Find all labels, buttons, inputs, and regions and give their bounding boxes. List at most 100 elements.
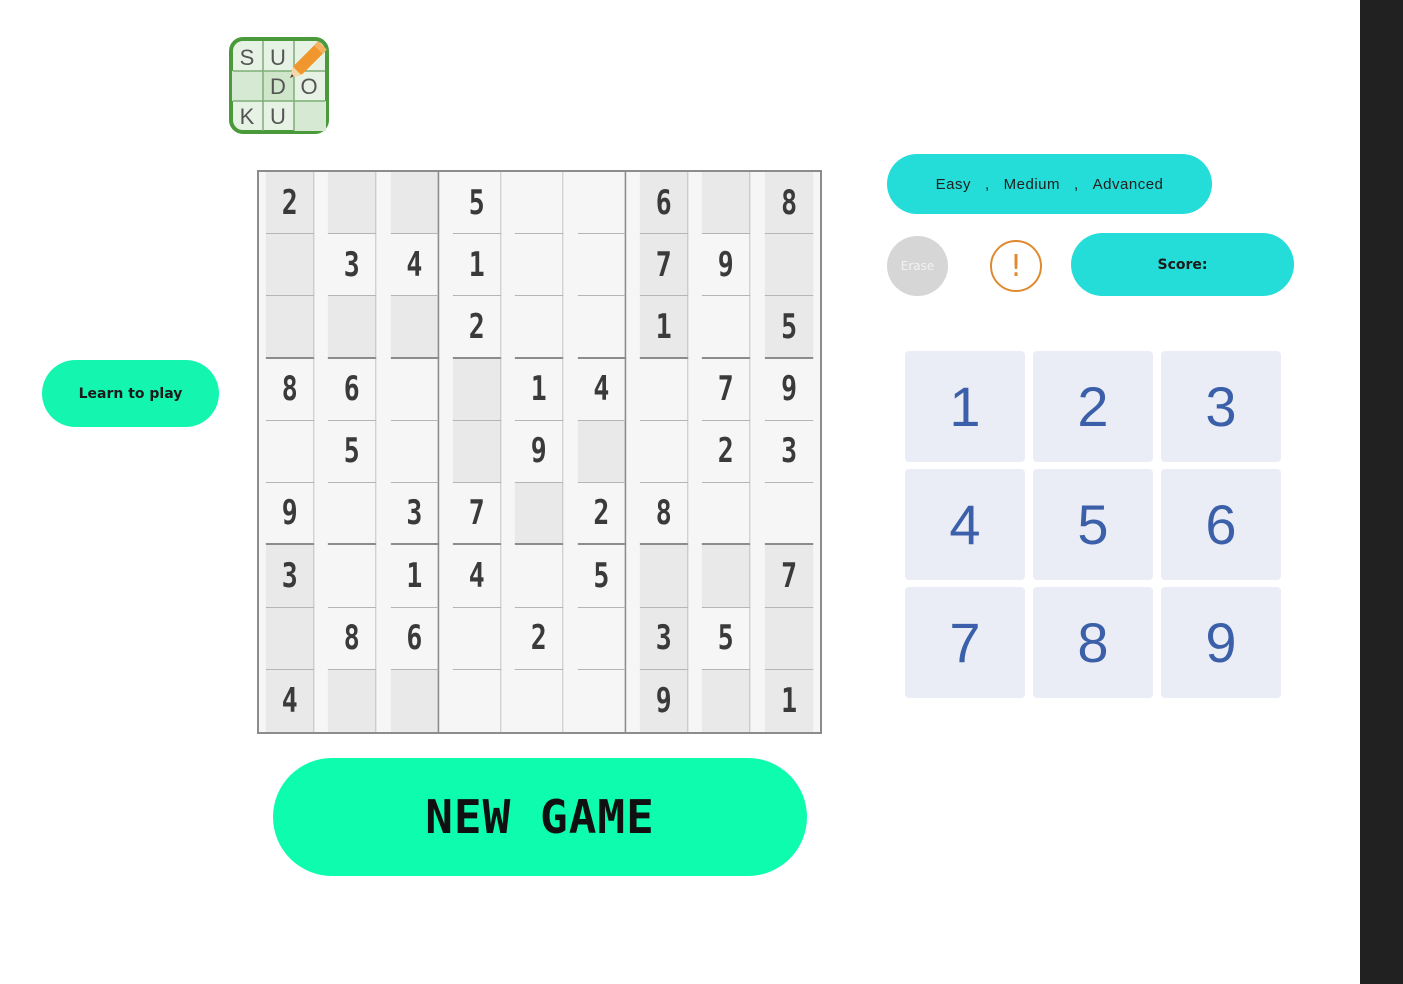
number-key-4[interactable]: 4 bbox=[905, 469, 1025, 580]
hint-button[interactable]: ! bbox=[990, 240, 1042, 292]
board-cell[interactable] bbox=[452, 420, 502, 484]
board-cell[interactable] bbox=[577, 607, 627, 670]
logo-letter: K bbox=[240, 104, 255, 129]
board-cell[interactable] bbox=[639, 358, 689, 421]
board-cell[interactable]: 4 bbox=[452, 545, 502, 608]
board-cell[interactable] bbox=[390, 420, 440, 484]
number-key-7[interactable]: 7 bbox=[905, 587, 1025, 698]
board-cell[interactable]: 1 bbox=[639, 296, 689, 359]
board-cell[interactable]: 9 bbox=[515, 420, 564, 484]
board-cell[interactable] bbox=[328, 669, 377, 732]
board-cell[interactable] bbox=[328, 545, 377, 608]
board-cell[interactable] bbox=[265, 420, 315, 484]
number-key-2[interactable]: 2 bbox=[1033, 351, 1153, 462]
board-cell[interactable] bbox=[577, 420, 627, 484]
board-cell[interactable] bbox=[452, 358, 502, 421]
board-cell[interactable] bbox=[577, 296, 627, 359]
window-edge-bar bbox=[1360, 0, 1403, 984]
erase-button[interactable]: Erase bbox=[887, 236, 948, 296]
board-cell[interactable]: 1 bbox=[390, 545, 440, 608]
board-cell[interactable] bbox=[764, 234, 814, 297]
learn-to-play-button[interactable]: Learn to play bbox=[42, 360, 219, 427]
board-cell[interactable]: 4 bbox=[265, 669, 315, 732]
board-cell[interactable]: 7 bbox=[764, 545, 814, 608]
board-cell[interactable] bbox=[702, 296, 751, 359]
board-cell[interactable]: 3 bbox=[265, 545, 315, 608]
board-cell[interactable]: 9 bbox=[702, 234, 751, 297]
board-cell[interactable] bbox=[390, 358, 440, 421]
board-cell[interactable] bbox=[265, 607, 315, 670]
board-cell[interactable]: 6 bbox=[390, 607, 440, 670]
board-cell[interactable]: 5 bbox=[702, 607, 751, 670]
board-cell[interactable]: 7 bbox=[702, 358, 751, 421]
board-cell[interactable]: 5 bbox=[452, 172, 502, 235]
board-cell[interactable] bbox=[390, 669, 440, 732]
number-key-1[interactable]: 1 bbox=[905, 351, 1025, 462]
board-cell[interactable] bbox=[453, 669, 502, 732]
board-cell[interactable]: 2 bbox=[265, 172, 315, 235]
board-cell[interactable] bbox=[265, 296, 315, 359]
board-cell[interactable] bbox=[265, 234, 315, 297]
board-cell[interactable] bbox=[328, 296, 377, 359]
board-cell[interactable]: 9 bbox=[639, 669, 689, 732]
number-key-5[interactable]: 5 bbox=[1033, 469, 1153, 580]
board-cell[interactable]: 5 bbox=[577, 545, 627, 608]
board-cell[interactable]: 1 bbox=[515, 358, 564, 421]
difficulty-medium[interactable]: Medium bbox=[1004, 176, 1060, 193]
board-cell[interactable] bbox=[328, 172, 377, 235]
difficulty-easy[interactable]: Easy bbox=[936, 176, 971, 193]
board-cell[interactable] bbox=[515, 296, 564, 359]
board-cell[interactable]: 8 bbox=[764, 172, 814, 235]
board-cell[interactable] bbox=[515, 669, 564, 732]
number-key-8[interactable]: 8 bbox=[1033, 587, 1153, 698]
board-cell[interactable] bbox=[515, 483, 564, 546]
board-cell[interactable]: 2 bbox=[702, 420, 751, 484]
number-key-6[interactable]: 6 bbox=[1161, 469, 1281, 580]
board-cell[interactable] bbox=[328, 483, 377, 546]
board-cell[interactable] bbox=[515, 545, 564, 608]
number-key-9[interactable]: 9 bbox=[1161, 587, 1281, 698]
board-cell[interactable] bbox=[702, 545, 751, 608]
board-cell[interactable]: 1 bbox=[452, 234, 502, 297]
board-cell[interactable] bbox=[764, 483, 814, 546]
board-cell[interactable]: 9 bbox=[764, 359, 814, 421]
board-cell[interactable]: 9 bbox=[265, 483, 315, 546]
board-cell[interactable] bbox=[390, 172, 440, 235]
board-cell[interactable]: 3 bbox=[328, 234, 377, 297]
board-cell[interactable] bbox=[639, 545, 689, 608]
number-key-3[interactable]: 3 bbox=[1161, 351, 1281, 462]
board-cell[interactable]: 7 bbox=[452, 483, 502, 546]
board-cell[interactable] bbox=[577, 234, 627, 297]
board-cell[interactable]: 3 bbox=[390, 483, 440, 546]
board-cell[interactable]: 4 bbox=[577, 358, 627, 421]
board-cell[interactable] bbox=[578, 669, 627, 732]
board-cell[interactable]: 3 bbox=[764, 421, 814, 484]
board-cell[interactable] bbox=[764, 607, 814, 670]
board-cell[interactable] bbox=[452, 607, 502, 670]
board-cell[interactable]: 2 bbox=[515, 607, 564, 670]
logo-letter: D bbox=[270, 74, 286, 99]
board-cell[interactable] bbox=[515, 172, 564, 235]
board-cell[interactable]: 5 bbox=[764, 296, 814, 359]
board-cell[interactable] bbox=[515, 234, 564, 297]
board-cell[interactable]: 6 bbox=[639, 172, 689, 235]
board-cell[interactable]: 5 bbox=[328, 420, 377, 484]
difficulty-advanced[interactable]: Advanced bbox=[1093, 176, 1164, 193]
board-cell[interactable] bbox=[639, 420, 689, 484]
board-cell[interactable]: 2 bbox=[452, 296, 502, 359]
board-cell[interactable]: 2 bbox=[577, 483, 627, 546]
board-cell[interactable] bbox=[702, 669, 751, 732]
board-cell[interactable] bbox=[702, 172, 751, 235]
board-cell[interactable] bbox=[702, 483, 751, 546]
board-cell[interactable] bbox=[577, 172, 627, 235]
board-cell[interactable]: 7 bbox=[639, 234, 689, 297]
board-cell[interactable]: 8 bbox=[328, 607, 377, 670]
board-cell[interactable]: 8 bbox=[265, 358, 315, 421]
board-cell[interactable]: 6 bbox=[328, 358, 377, 421]
new-game-button[interactable]: NEW GAME bbox=[273, 758, 807, 876]
board-cell[interactable]: 3 bbox=[639, 607, 689, 670]
board-cell[interactable]: 8 bbox=[639, 483, 689, 546]
board-cell[interactable]: 1 bbox=[764, 669, 814, 732]
board-cell[interactable] bbox=[390, 296, 440, 359]
board-cell[interactable]: 4 bbox=[390, 234, 440, 297]
